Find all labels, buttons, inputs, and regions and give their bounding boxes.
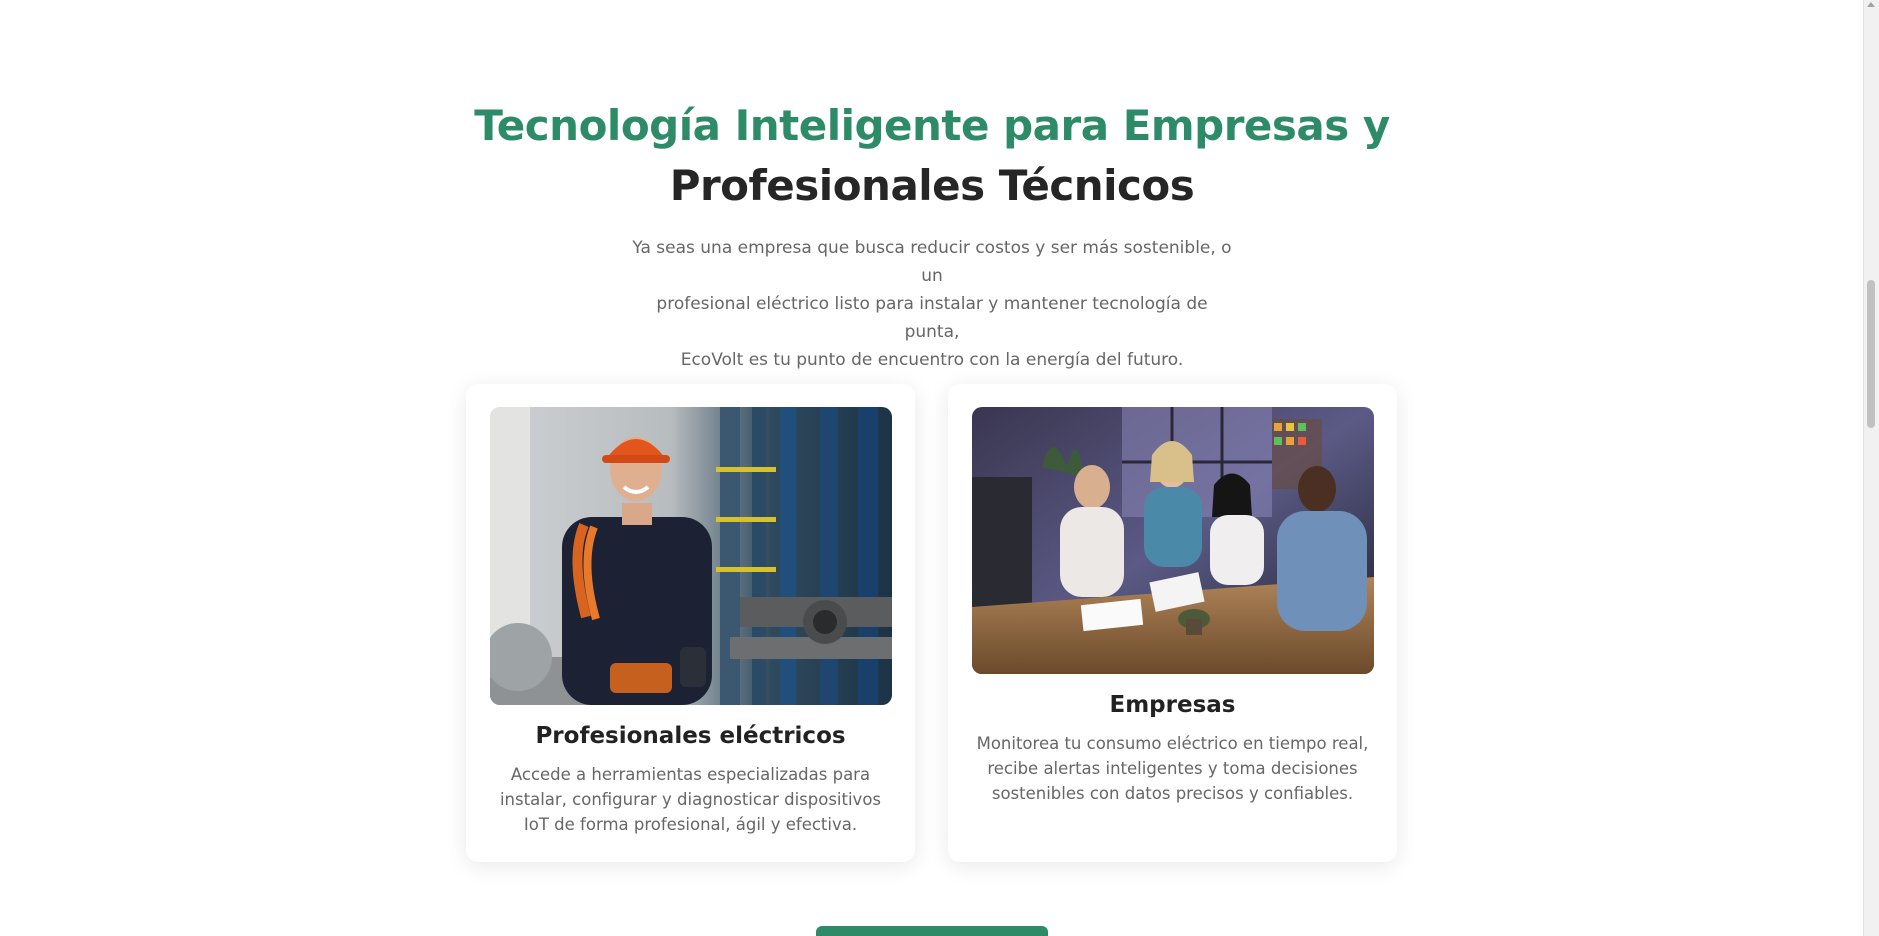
cta-button[interactable] bbox=[816, 926, 1048, 936]
card-description: Monitorea tu consumo eléctrico en tiempo… bbox=[976, 734, 1369, 803]
card-title: Profesionales eléctricos bbox=[535, 723, 846, 749]
section-heading: Tecnología Inteligente para Empresas y P… bbox=[0, 96, 1864, 216]
card-profesionales: Profesionales eléctricos Accede a herram… bbox=[466, 384, 915, 862]
section-intro: Ya seas una empresa que busca reducir co… bbox=[632, 234, 1232, 374]
intro-line: EcoVolt es tu punto de encuentro con la … bbox=[680, 350, 1184, 370]
scrollbar-thumb[interactable] bbox=[1867, 280, 1875, 428]
page: Tecnología Inteligente para Empresas y P… bbox=[0, 0, 1879, 936]
card-title: Empresas bbox=[1109, 692, 1236, 718]
heading-dark-line: Profesionales Técnicos bbox=[669, 161, 1195, 210]
business-meeting-photo bbox=[972, 407, 1374, 674]
intro-line: Ya seas una empresa que busca reducir co… bbox=[632, 238, 1232, 286]
scrollbar[interactable] bbox=[1863, 0, 1879, 936]
electrician-photo bbox=[490, 407, 892, 705]
card-empresas: Empresas Monitorea tu consumo eléctrico … bbox=[948, 384, 1397, 862]
scroll-up-arrow-icon[interactable] bbox=[1867, 2, 1875, 7]
heading-accent-line: Tecnología Inteligente para Empresas y bbox=[474, 101, 1390, 150]
intro-line: profesional eléctrico listo para instala… bbox=[656, 294, 1208, 342]
card-description: Accede a herramientas especializadas par… bbox=[499, 765, 882, 834]
